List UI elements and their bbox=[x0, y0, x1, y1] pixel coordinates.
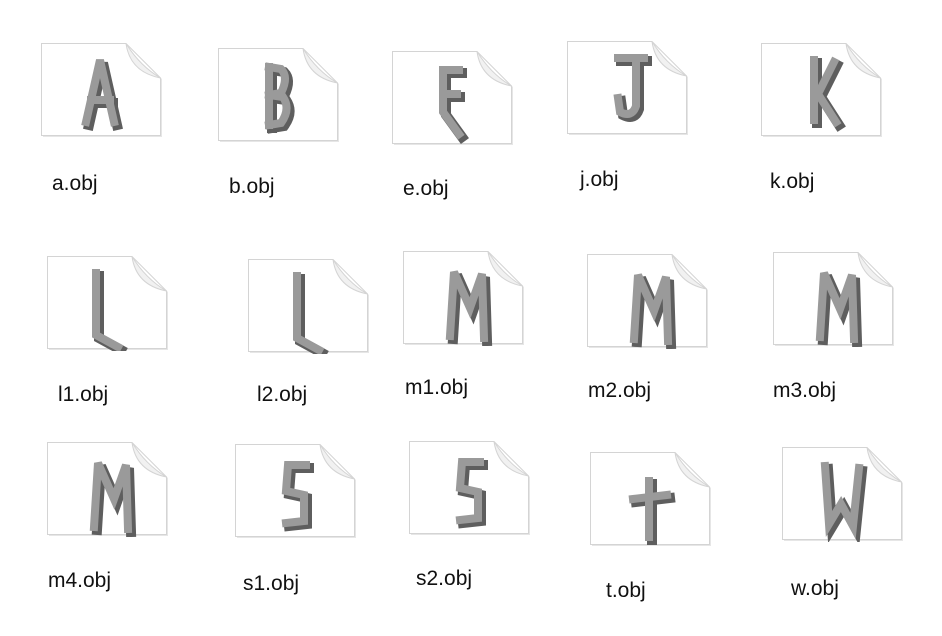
file-name-label[interactable]: a.obj bbox=[52, 172, 152, 196]
file-name-label[interactable]: m1.obj bbox=[405, 376, 505, 400]
file-name-label[interactable]: m4.obj bbox=[48, 569, 148, 593]
3d-letter-w-file-icon[interactable] bbox=[781, 446, 905, 542]
file-name-label[interactable]: j.obj bbox=[580, 168, 680, 192]
file-name-label[interactable]: m2.obj bbox=[588, 379, 688, 403]
3d-letter-m-file-icon[interactable] bbox=[46, 441, 170, 537]
file-name-label[interactable]: t.obj bbox=[606, 579, 706, 603]
3d-letter-b-file-icon[interactable] bbox=[217, 47, 341, 143]
file-name-label[interactable]: l1.obj bbox=[58, 383, 158, 407]
3d-letter-j-file-icon[interactable] bbox=[566, 40, 690, 136]
3d-letter-m-file-icon[interactable] bbox=[402, 250, 526, 346]
document-page bbox=[47, 256, 167, 349]
file-name-label[interactable]: e.obj bbox=[403, 177, 503, 201]
3d-letter-s-file-icon[interactable] bbox=[234, 443, 358, 539]
3d-letter-l-file-icon[interactable] bbox=[46, 255, 170, 351]
file-name-label[interactable]: s2.obj bbox=[416, 567, 516, 591]
3d-letter-k-file-icon[interactable] bbox=[760, 42, 884, 138]
3d-letter-m-file-icon[interactable] bbox=[586, 253, 710, 349]
file-name-label[interactable]: b.obj bbox=[229, 175, 329, 199]
3d-letter-s-file-icon[interactable] bbox=[408, 440, 532, 536]
3d-letter-e-file-icon[interactable] bbox=[391, 50, 515, 146]
file-name-label[interactable]: w.obj bbox=[791, 577, 891, 601]
file-name-label[interactable]: s1.obj bbox=[243, 572, 343, 596]
file-name-label[interactable]: m3.obj bbox=[773, 379, 873, 403]
3d-letter-a-file-icon[interactable] bbox=[40, 42, 164, 138]
letter-stroke bbox=[628, 490, 672, 504]
document-page bbox=[782, 447, 902, 540]
3d-letter-t-file-icon[interactable] bbox=[589, 451, 713, 547]
3d-letter-l-file-icon[interactable] bbox=[247, 258, 371, 354]
3d-letter-m-file-icon[interactable] bbox=[772, 251, 896, 347]
file-name-label[interactable]: k.obj bbox=[770, 170, 870, 194]
file-name-label[interactable]: l2.obj bbox=[257, 383, 357, 407]
document-page bbox=[248, 259, 368, 352]
